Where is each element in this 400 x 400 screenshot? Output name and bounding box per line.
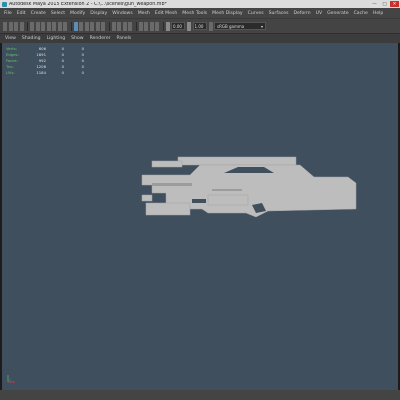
exposure-icon[interactable] <box>165 21 170 31</box>
gun-model-mesh[interactable] <box>2 43 398 390</box>
menu-file[interactable]: File <box>4 11 12 16</box>
use-all-lights-icon[interactable] <box>95 21 100 31</box>
panel-menu-view[interactable]: View <box>5 36 16 41</box>
depth-of-field-icon[interactable] <box>128 21 132 31</box>
panel-menu-lighting[interactable]: Lighting <box>47 36 66 41</box>
toolbar-divider <box>162 21 164 31</box>
exposure-field[interactable]: 0.00 <box>171 22 185 30</box>
menu-mesh-display[interactable]: Mesh Display <box>212 11 243 16</box>
motion-blur-icon[interactable] <box>117 21 121 31</box>
magazine-well <box>207 194 249 206</box>
z-axis-icon <box>7 378 12 383</box>
menu-modify[interactable]: Modify <box>70 11 85 16</box>
menu-help[interactable]: Help <box>373 11 383 16</box>
view-axis-indicator <box>7 375 15 383</box>
menu-uv[interactable]: UV <box>316 11 323 16</box>
minimize-button[interactable]: — <box>370 1 379 7</box>
select-camera-icon[interactable] <box>3 21 7 31</box>
barrel-slot <box>192 199 206 203</box>
maya-app-icon <box>2 1 7 7</box>
3d-viewport[interactable]: Verts: 606 0 0 Edges: 1691 0 0 Faces: 99… <box>2 43 398 390</box>
window-title: Autodesk Maya 2015 Extension 2 - C:\...\… <box>9 1 167 7</box>
wireframe-icon[interactable] <box>73 21 78 31</box>
menu-select[interactable]: Select <box>51 11 65 16</box>
smooth-shade-icon[interactable] <box>79 21 83 31</box>
menu-generate[interactable]: Generate <box>327 11 348 16</box>
image-plane-icon[interactable] <box>19 21 24 31</box>
safe-title-icon[interactable] <box>63 21 67 31</box>
menu-create[interactable]: Create <box>31 11 46 16</box>
status-bar <box>0 390 400 400</box>
isolate-select-icon[interactable] <box>138 21 143 31</box>
panel-toolbar: 0.00 1.00 sRGB gamma ▾ <box>0 18 400 34</box>
panel-menu-panels[interactable]: Panels <box>117 36 132 41</box>
color-management-icon[interactable] <box>208 21 213 31</box>
toolbar-divider <box>70 21 72 31</box>
field-chart-icon[interactable] <box>52 21 56 31</box>
gamma-icon[interactable] <box>187 21 191 31</box>
maximize-button[interactable]: □ <box>380 1 389 7</box>
menu-windows[interactable]: Windows <box>112 11 133 16</box>
panel-menu-bar: View Shading Lighting Show Renderer Pane… <box>0 34 400 43</box>
menu-mesh-tools[interactable]: Mesh Tools <box>182 11 207 16</box>
screen-space-ao-icon[interactable] <box>111 21 116 31</box>
menu-display[interactable]: Display <box>90 11 107 16</box>
title-bar: Autodesk Maya 2015 Extension 2 - C:\...\… <box>0 0 400 8</box>
body-groove <box>152 183 192 186</box>
film-gate-icon[interactable] <box>35 21 40 31</box>
textured-icon[interactable] <box>90 21 94 31</box>
gamma-field[interactable]: 1.00 <box>192 22 207 30</box>
toolbar-divider <box>27 21 28 31</box>
menu-edit[interactable]: Edit <box>17 11 26 16</box>
menu-deform[interactable]: Deform <box>294 11 311 16</box>
menu-mesh[interactable]: Mesh <box>138 11 150 16</box>
menu-cache[interactable]: Cache <box>354 11 368 16</box>
panel-menu-renderer[interactable]: Renderer <box>90 36 111 41</box>
panel-menu-shading[interactable]: Shading <box>22 36 41 41</box>
camera-attributes-icon[interactable] <box>8 21 13 31</box>
menu-curves[interactable]: Curves <box>248 11 264 16</box>
view-transform-select[interactable]: sRGB gamma ▾ <box>214 22 266 30</box>
shadows-icon[interactable] <box>101 21 105 31</box>
menu-edit-mesh[interactable]: Edit Mesh <box>155 11 177 16</box>
menu-surfaces[interactable]: Surfaces <box>269 11 289 16</box>
panel-menu-show[interactable]: Show <box>71 36 83 41</box>
chevron-down-icon: ▾ <box>260 23 263 29</box>
xray-active-components-icon[interactable] <box>155 21 159 31</box>
bookmark-icon[interactable] <box>14 21 18 31</box>
xray-joints-icon[interactable] <box>149 21 154 31</box>
toolbar-divider <box>108 21 110 31</box>
multisample-aa-icon[interactable] <box>122 21 127 31</box>
xray-icon[interactable] <box>144 21 148 31</box>
front-grip <box>145 202 191 216</box>
resolution-gate-icon[interactable] <box>41 21 45 31</box>
close-button[interactable]: ✕ <box>390 1 399 7</box>
barrel-lower <box>141 194 153 202</box>
view-transform-value: sRGB gamma <box>217 23 245 29</box>
grid-icon[interactable] <box>30 21 34 31</box>
side-groove <box>212 189 242 191</box>
front-sight <box>151 160 183 168</box>
toolbar-divider <box>135 21 137 31</box>
wireframe-on-shaded-icon[interactable] <box>84 21 89 31</box>
gate-mask-icon[interactable] <box>46 21 51 31</box>
safe-action-icon[interactable] <box>57 21 62 31</box>
main-menu-bar: File Edit Create Select Modify Display W… <box>0 8 400 18</box>
top-rail <box>177 156 297 166</box>
